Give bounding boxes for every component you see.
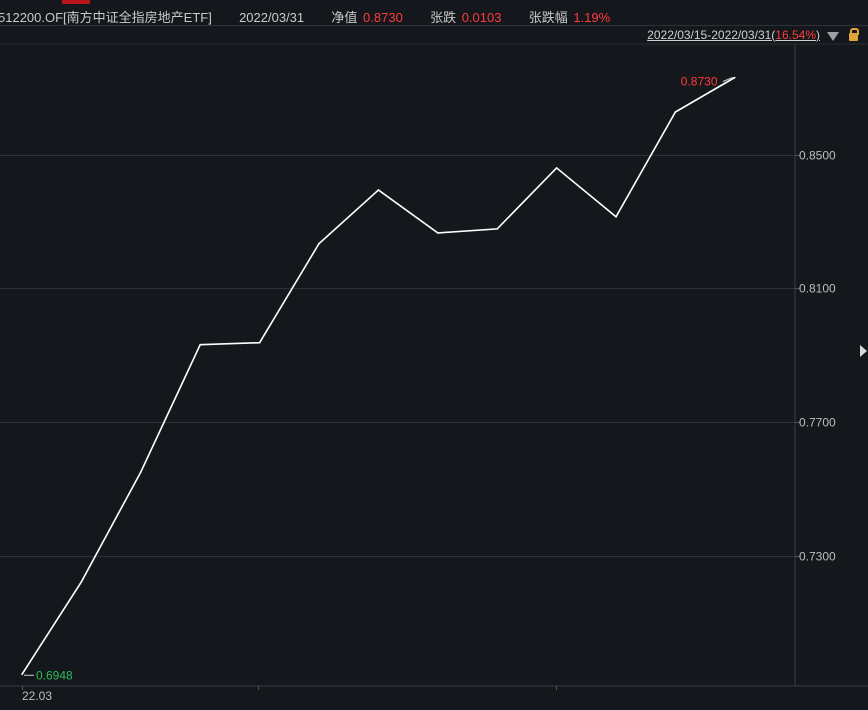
- line-chart: 0.8500 0.8100 0.7700 0.7300 22.03 0.8730 0.6…: [0, 43, 868, 703]
- data-point: [496, 228, 499, 230]
- data-point: [555, 167, 558, 169]
- series-line: [21, 76, 736, 675]
- x-tick-label: 22.03: [22, 689, 52, 703]
- data-point: [80, 581, 83, 583]
- y-tick-label: 0.7300: [799, 550, 836, 564]
- data-point: [734, 76, 736, 79]
- data-labels: 0.8730 0.6948: [24, 74, 733, 682]
- data-point: [21, 673, 23, 676]
- data-point: [437, 232, 439, 234]
- series-group: [21, 76, 736, 676]
- min-value-label: 0.6948: [36, 668, 73, 682]
- data-point: [199, 343, 201, 346]
- grid-lines: [0, 43, 868, 557]
- x-axis: 22.03: [0, 685, 868, 703]
- expand-arrow-icon[interactable]: [860, 345, 867, 357]
- y-tick-label: 0.7700: [799, 416, 836, 430]
- data-point: [140, 471, 142, 473]
- data-point: [615, 216, 617, 218]
- max-value-label: 0.8730: [681, 74, 718, 88]
- y-tick-label: 0.8500: [799, 149, 836, 163]
- data-point: [318, 242, 320, 245]
- data-point: [258, 341, 261, 344]
- y-axis: 0.8500 0.8100 0.7700 0.7300: [794, 44, 836, 686]
- y-tick-label: 0.8100: [799, 282, 836, 296]
- data-point: [674, 111, 677, 113]
- data-point: [377, 189, 380, 191]
